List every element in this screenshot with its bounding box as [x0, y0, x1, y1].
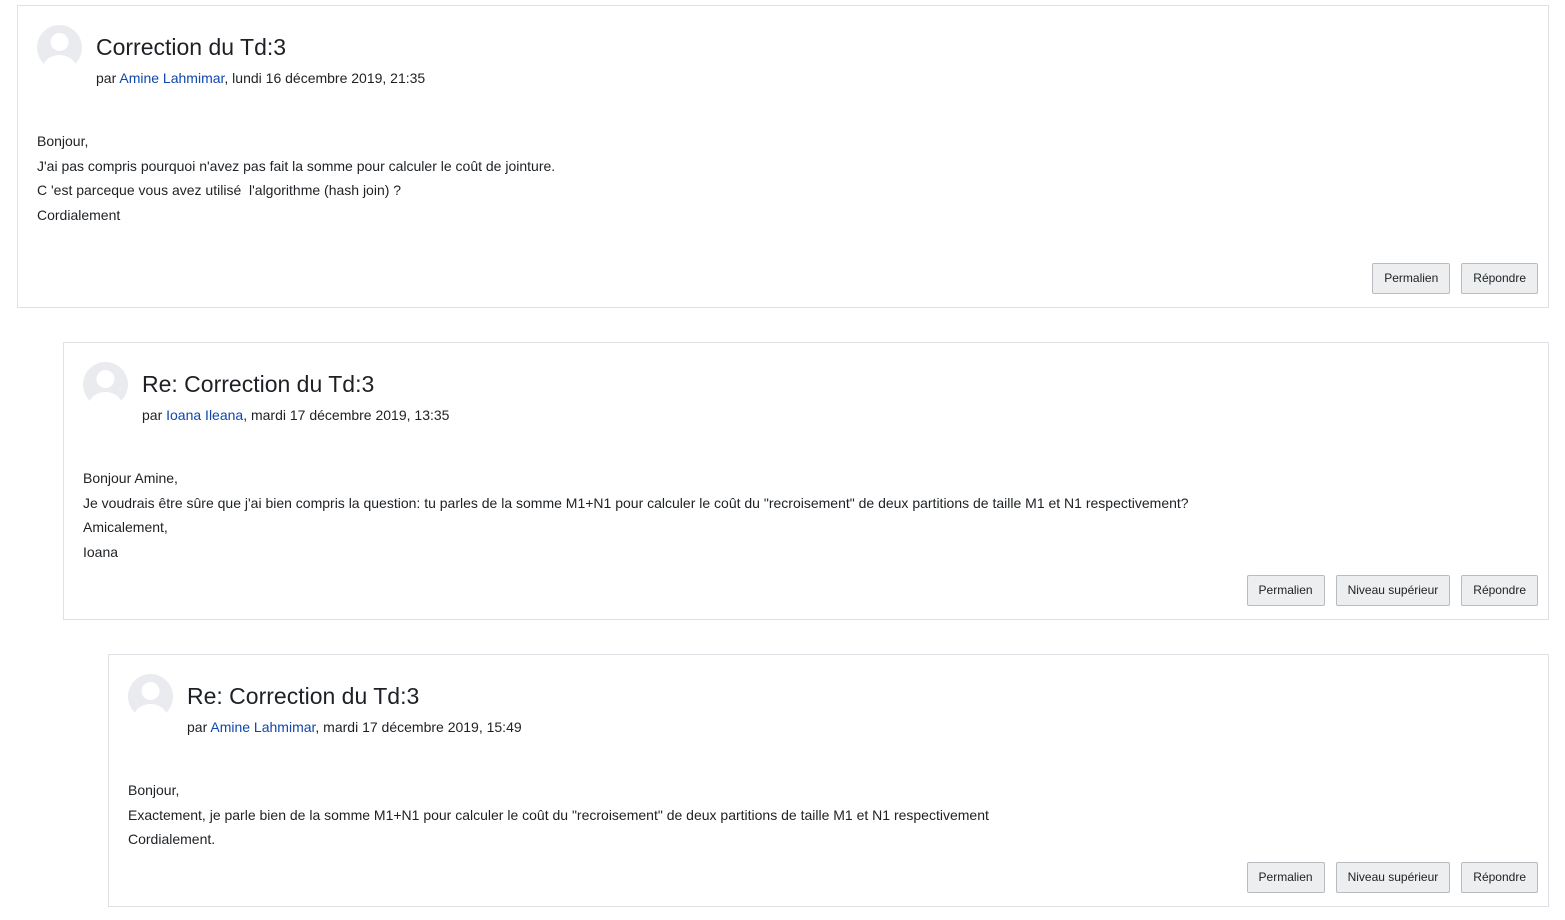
author-link[interactable]: Amine Lahmimar	[119, 70, 224, 86]
post-content: Bonjour, Exactement, je parle bien de la…	[128, 778, 989, 852]
content-line: Ioana	[83, 544, 119, 561]
post-content: Bonjour, J'ai pas compris pourquoi n'ave…	[37, 129, 555, 228]
post-subject: Re: Correction du Td:3	[142, 371, 375, 397]
user-avatar-icon[interactable]	[83, 362, 128, 407]
parent-level-button[interactable]: Niveau supérieur	[1335, 862, 1451, 893]
post-subject: Correction du Td:3	[96, 34, 287, 60]
content-line: Amicalement,	[83, 519, 168, 536]
content-line: Je voudrais être sûre que j'ai bien comp…	[83, 494, 1189, 511]
byline-prefix: par	[187, 719, 211, 735]
content-line: Bonjour Amine,	[83, 470, 178, 486]
reply-button[interactable]: Répondre	[1461, 263, 1538, 294]
byline-prefix: par	[96, 70, 120, 86]
content-line: C 'est parceque vous avez utilisé l'algo…	[37, 182, 402, 199]
parent-level-button[interactable]: Niveau supérieur	[1335, 575, 1451, 606]
post-byline: par Amine Lahmimar, lundi 16 décembre 20…	[96, 69, 425, 87]
permalink-button[interactable]: Permalien	[1246, 862, 1325, 893]
permalink-button[interactable]: Permalien	[1372, 263, 1451, 294]
content-line: Bonjour,	[128, 782, 180, 798]
content-line: Cordialement	[37, 207, 121, 224]
post-actions: Permalien Niveau supérieur Répondre	[1246, 575, 1538, 606]
reply-button[interactable]: Répondre	[1461, 575, 1538, 606]
post-byline: par Ioana Ileana, mardi 17 décembre 2019…	[142, 406, 449, 424]
forum-post: Re: Correction du Td:3 par Amine Lahmima…	[108, 654, 1549, 907]
author-link[interactable]: Amine Lahmimar	[210, 719, 315, 735]
forum-post: Correction du Td:3 par Amine Lahmimar, l…	[17, 5, 1549, 308]
post-date: , lundi 16 décembre 2019, 21:35	[224, 70, 426, 86]
forum-post: Re: Correction du Td:3 par Ioana Ileana,…	[63, 342, 1549, 620]
user-avatar-icon[interactable]	[37, 25, 82, 70]
content-line: Exactement, je parle bien de la somme M1…	[128, 806, 989, 823]
content-line: Bonjour,	[37, 133, 89, 149]
post-date: , mardi 17 décembre 2019, 15:49	[315, 719, 522, 735]
reply-button[interactable]: Répondre	[1461, 862, 1538, 893]
post-actions: Permalien Répondre	[1372, 263, 1538, 294]
content-line: J'ai pas compris pourquoi n'avez pas fai…	[37, 157, 556, 174]
content-line: Cordialement.	[128, 831, 216, 848]
post-content: Bonjour Amine, Je voudrais être sûre que…	[83, 466, 1189, 565]
user-avatar-icon[interactable]	[128, 674, 173, 719]
post-actions: Permalien Niveau supérieur Répondre	[1246, 862, 1538, 893]
post-subject: Re: Correction du Td:3	[187, 683, 420, 709]
permalink-button[interactable]: Permalien	[1246, 575, 1325, 606]
post-byline: par Amine Lahmimar, mardi 17 décembre 20…	[187, 718, 522, 736]
author-link[interactable]: Ioana Ileana	[166, 407, 243, 423]
byline-prefix: par	[142, 407, 167, 423]
post-date: , mardi 17 décembre 2019, 13:35	[243, 407, 450, 423]
